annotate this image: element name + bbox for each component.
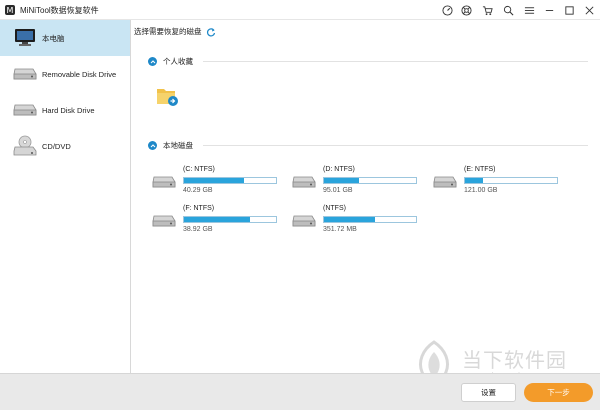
- drive-size: 40.29 GB: [183, 187, 213, 194]
- hard-disk-icon: [433, 176, 457, 188]
- svg-text:M: M: [7, 6, 14, 15]
- maximize-icon: [564, 5, 574, 15]
- minimize-button[interactable]: [540, 1, 558, 19]
- speedometer-button[interactable]: [438, 1, 456, 19]
- hard-disk-icon: [152, 176, 176, 188]
- settings-button[interactable]: 设置: [461, 383, 516, 402]
- local-disks-section-header[interactable]: 本地磁盘: [148, 140, 588, 151]
- breadcrumb-text: 选择需要恢复的磁盘: [134, 27, 202, 36]
- section-divider: [203, 61, 588, 62]
- drive-usage-fill: [465, 178, 484, 183]
- drive-e[interactable]: (E: NTFS) 121.00 GB: [432, 166, 570, 200]
- drive-name: (F: NTFS): [183, 205, 215, 212]
- zoom-button[interactable]: [499, 1, 517, 19]
- hard-disk-icon: [12, 97, 38, 123]
- drive-usage-bar: [183, 177, 277, 184]
- sidebar: 本电脑 Removable Disk Drive Hard Disk Drive…: [0, 20, 131, 373]
- hard-disk-icon: [292, 215, 316, 227]
- favorites-title: 个人收藏: [163, 57, 193, 66]
- drive-size: 95.01 GB: [323, 187, 353, 194]
- drive-name: (D: NTFS): [323, 166, 355, 173]
- window-title: MiNiTool数据恢复软件: [20, 6, 99, 15]
- drive-usage-fill: [324, 178, 359, 183]
- maximize-button[interactable]: [560, 1, 578, 19]
- cart-icon: [482, 5, 493, 15]
- minimize-icon: [545, 9, 553, 11]
- drive-ntfs[interactable]: (NTFS) 351.72 MB: [291, 205, 429, 239]
- drive-size: 121.00 GB: [464, 187, 498, 194]
- sidebar-item-removable-disk[interactable]: Removable Disk Drive: [0, 56, 130, 92]
- drive-size: 38.92 GB: [183, 226, 213, 233]
- title-bar: M MiNiTool数据恢复软件: [0, 0, 600, 20]
- close-button[interactable]: [580, 1, 598, 19]
- sidebar-item-label: CD/DVD: [42, 141, 71, 151]
- speedometer-icon: [441, 4, 453, 16]
- drive-usage-fill: [324, 217, 375, 222]
- drive-usage-bar: [323, 216, 417, 223]
- menu-icon: [524, 6, 534, 14]
- app-logo-icon: M: [5, 5, 15, 15]
- drive-d[interactable]: (D: NTFS) 95.01 GB: [291, 166, 429, 200]
- next-button[interactable]: 下一步: [524, 383, 593, 402]
- drive-name: (NTFS): [323, 205, 346, 212]
- sidebar-item-label: Hard Disk Drive: [42, 105, 95, 115]
- computer-icon: [12, 25, 38, 51]
- menu-button[interactable]: [520, 1, 538, 19]
- collapse-icon[interactable]: [148, 57, 157, 66]
- breadcrumb: 选择需要恢复的磁盘: [134, 26, 216, 37]
- drive-f[interactable]: (F: NTFS) 38.92 GB: [151, 205, 289, 239]
- sidebar-item-label: Removable Disk Drive: [42, 69, 117, 79]
- drive-size: 351.72 MB: [323, 226, 357, 233]
- removable-drive-icon: [12, 61, 38, 87]
- close-icon: [585, 6, 593, 14]
- sidebar-item-this-pc[interactable]: 本电脑: [0, 20, 130, 56]
- drive-usage-bar: [323, 177, 417, 184]
- drive-name: (E: NTFS): [464, 166, 496, 173]
- favorite-folder-icon[interactable]: [155, 84, 179, 108]
- sidebar-item-cd-dvd[interactable]: CD/DVD: [0, 128, 130, 164]
- drive-usage-bar: [183, 216, 277, 223]
- zoom-icon: [503, 5, 513, 15]
- cd-dvd-icon: [12, 133, 38, 159]
- footer-bar: 设置 下一步: [0, 373, 600, 410]
- drive-name: (C: NTFS): [183, 166, 215, 173]
- drive-usage-fill: [184, 178, 244, 183]
- local-disks-title: 本地磁盘: [163, 141, 193, 150]
- hard-disk-icon: [292, 176, 316, 188]
- main-panel: 选择需要恢复的磁盘 个人收藏 本地磁盘 (C: NTFS) 40.29 GB (…: [131, 20, 600, 373]
- section-divider: [203, 145, 588, 146]
- drive-usage-fill: [184, 217, 251, 222]
- support-icon: [460, 4, 472, 16]
- refresh-icon[interactable]: [206, 27, 216, 37]
- cart-button[interactable]: [478, 1, 496, 19]
- support-button[interactable]: [457, 1, 475, 19]
- sidebar-item-label: 本电脑: [42, 33, 65, 43]
- collapse-icon[interactable]: [148, 141, 157, 150]
- drive-usage-bar: [464, 177, 558, 184]
- hard-disk-icon: [152, 215, 176, 227]
- drive-c[interactable]: (C: NTFS) 40.29 GB: [151, 166, 289, 200]
- favorites-section-header[interactable]: 个人收藏: [148, 56, 588, 67]
- sidebar-item-hard-disk[interactable]: Hard Disk Drive: [0, 92, 130, 128]
